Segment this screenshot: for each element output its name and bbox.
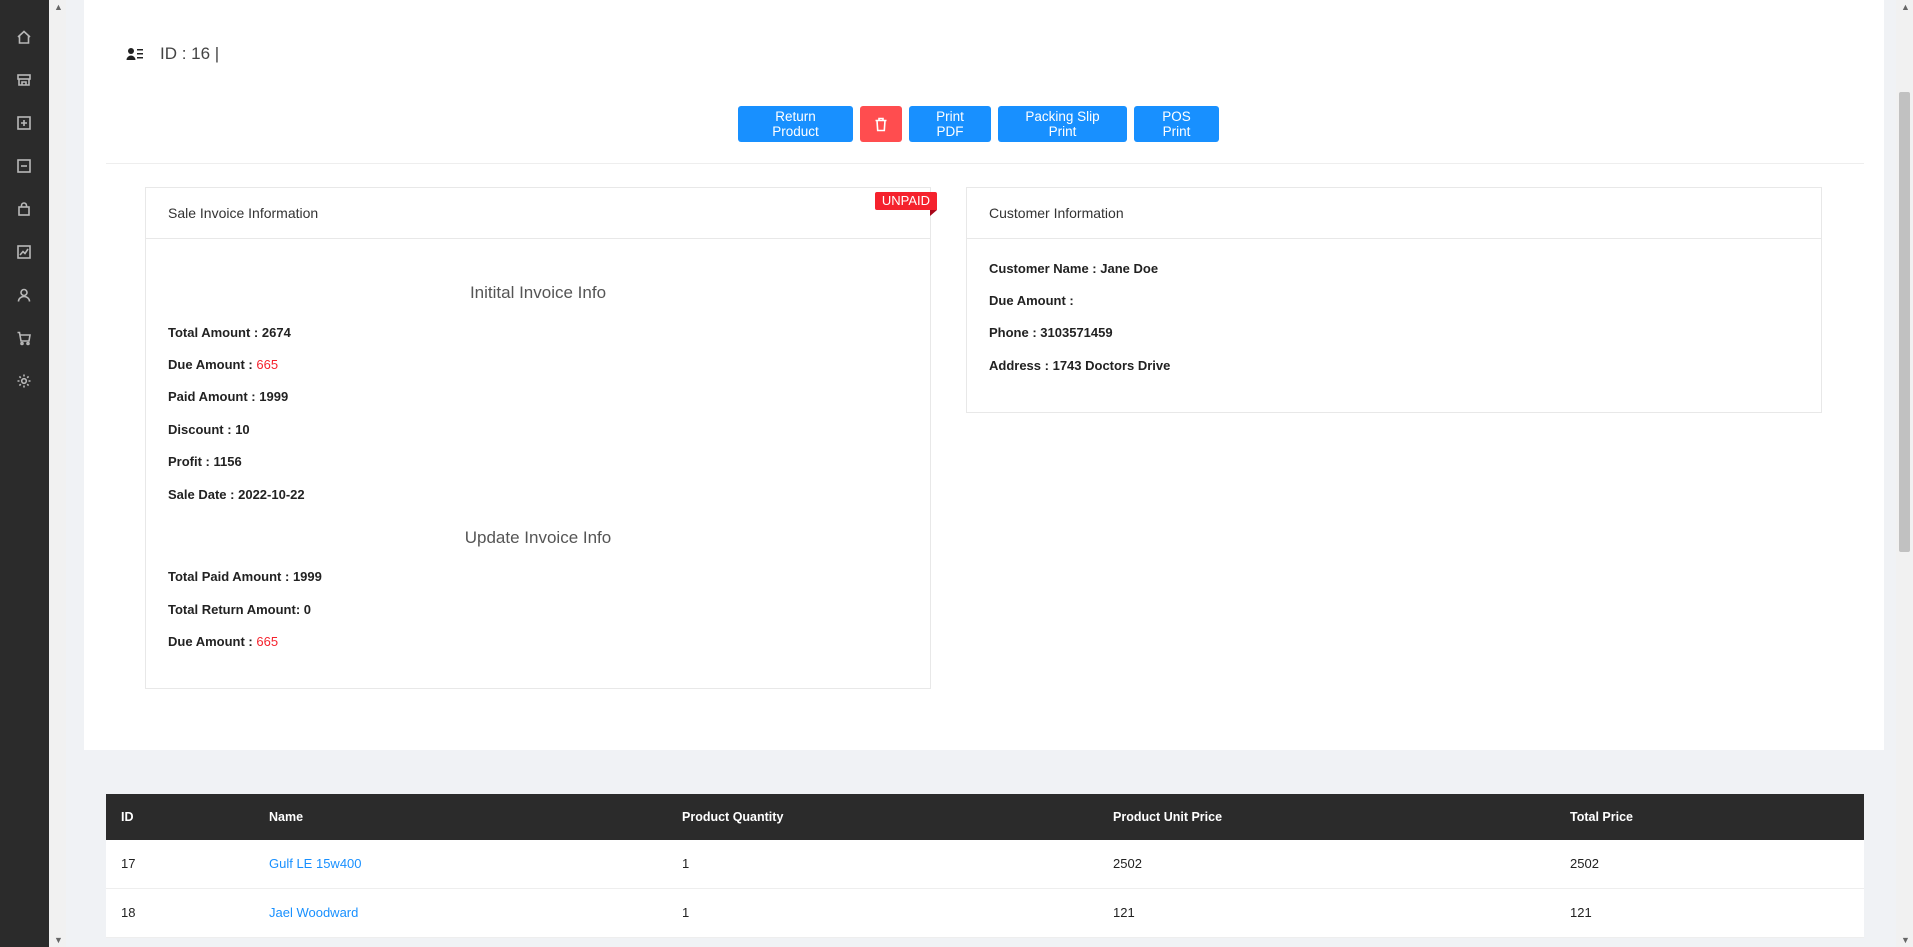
return-product-button[interactable]: Return Product xyxy=(738,106,853,142)
customer-address-label: Address : xyxy=(989,358,1049,373)
cell-quantity: 1 xyxy=(682,905,690,920)
cell-id: 18 xyxy=(121,905,136,920)
invoice-id: ID : 16 | xyxy=(160,44,220,63)
due-amount-label: Due Amount : xyxy=(168,357,253,372)
customer-name-value: Jane Doe xyxy=(1100,261,1159,276)
discount-line: Discount : 10 xyxy=(168,422,250,437)
product-link[interactable]: Gulf LE 15w400 xyxy=(269,840,362,888)
update-due-line: Due Amount : 665 xyxy=(168,634,278,649)
customer-panel: Customer Information Customer Name : Jan… xyxy=(966,187,1822,413)
print-pdf-button[interactable]: Print PDF xyxy=(909,106,991,142)
cell-id: 17 xyxy=(121,856,136,871)
settings-icon[interactable] xyxy=(13,370,35,392)
sale-date-value: 2022-10-22 xyxy=(238,487,305,502)
update-due-label: Due Amount : xyxy=(168,634,253,649)
cart-icon[interactable] xyxy=(13,327,35,349)
total-return-value: 0 xyxy=(303,602,312,617)
customer-phone-line: Phone : 3103571459 xyxy=(989,325,1113,340)
scroll-up-icon[interactable]: ▲ xyxy=(54,2,63,12)
cell-total-price: 121 xyxy=(1570,905,1592,920)
sale-date-line: Sale Date : 2022-10-22 xyxy=(168,487,305,502)
column-header-unit-price: Product Unit Price xyxy=(1113,810,1223,824)
home-icon[interactable] xyxy=(13,26,35,48)
paid-amount-value: 1999 xyxy=(259,389,289,404)
discount-value: 10 xyxy=(235,422,250,437)
customer-address-line: Address : 1743 Doctors Drive xyxy=(989,358,1170,373)
inner-scrollbar[interactable]: ▲ ▼ xyxy=(49,0,66,947)
paid-amount-label: Paid Amount : xyxy=(168,389,256,404)
customer-due-label: Due Amount : xyxy=(989,293,1074,308)
customer-address-value: 1743 Doctors Drive xyxy=(1052,358,1171,373)
total-amount-line: Total Amount : 2674 xyxy=(168,325,291,340)
scroll-down-icon[interactable]: ▼ xyxy=(1901,935,1910,945)
sale-date-label: Sale Date : xyxy=(168,487,235,502)
column-header-name: Name xyxy=(269,810,304,824)
trash-icon xyxy=(875,117,887,131)
total-return-line: Total Return Amount: 0 xyxy=(168,602,311,617)
initial-invoice-title: Initital Invoice Info xyxy=(469,283,607,302)
due-amount-line: Due Amount : 665 xyxy=(168,357,278,372)
column-header-total-price: Total Price xyxy=(1570,810,1633,824)
total-paid-label: Total Paid Amount : xyxy=(168,569,290,584)
minus-box-icon[interactable] xyxy=(13,155,35,177)
total-amount-value: 2674 xyxy=(261,325,291,340)
add-box-icon[interactable] xyxy=(13,112,35,134)
action-toolbar: Return Product Print PDF Packing Slip Pr… xyxy=(738,106,1219,142)
update-due-value: 665 xyxy=(256,634,279,649)
products-table: ID Name Product Quantity Product Unit Pr… xyxy=(106,794,1864,938)
status-badge: UNPAID xyxy=(874,192,938,216)
delete-button[interactable] xyxy=(860,106,902,142)
packing-slip-print-button[interactable]: Packing Slip Print xyxy=(998,106,1127,142)
user-list-icon xyxy=(126,48,143,60)
cell-unit-price: 2502 xyxy=(1113,856,1142,871)
customer-due-line: Due Amount : xyxy=(989,293,1074,308)
column-header-quantity: Product Quantity xyxy=(682,810,784,824)
shop-icon[interactable] xyxy=(13,69,35,91)
chart-icon[interactable] xyxy=(13,241,35,263)
cell-quantity: 1 xyxy=(682,856,690,871)
column-header-id: ID xyxy=(121,810,134,824)
scrollbar-thumb[interactable] xyxy=(1899,92,1910,552)
table-row: 17 Gulf LE 15w400 1 2502 2502 xyxy=(106,840,1864,889)
profit-value: 1156 xyxy=(213,454,242,469)
sale-invoice-panel-title: Sale Invoice Information xyxy=(146,188,930,239)
profit-label: Profit : xyxy=(168,454,210,469)
profit-line: Profit : 1156 xyxy=(168,454,242,469)
bag-icon[interactable] xyxy=(13,198,35,220)
update-invoice-title: Update Invoice Info xyxy=(464,528,612,547)
scroll-up-icon[interactable]: ▲ xyxy=(1901,2,1910,12)
total-amount-label: Total Amount : xyxy=(168,325,259,340)
cell-unit-price: 121 xyxy=(1113,905,1135,920)
invoice-id-header: ID : 16 | xyxy=(126,44,219,64)
table-row: 18 Jael Woodward 1 121 121 xyxy=(106,889,1864,938)
sale-invoice-panel: Sale Invoice Information UNPAID Initital… xyxy=(145,187,938,689)
customer-phone-label: Phone : xyxy=(989,325,1037,340)
divider xyxy=(106,163,1864,164)
table-header: ID Name Product Quantity Product Unit Pr… xyxy=(106,794,1864,840)
paid-amount-line: Paid Amount : 1999 xyxy=(168,389,288,404)
product-link[interactable]: Jael Woodward xyxy=(269,889,358,937)
discount-label: Discount : xyxy=(168,422,232,437)
cell-total-price: 2502 xyxy=(1570,856,1599,871)
user-icon[interactable] xyxy=(13,284,35,306)
sidebar xyxy=(0,0,49,947)
customer-name-line: Customer Name : Jane Doe xyxy=(989,261,1158,276)
customer-name-label: Customer Name : xyxy=(989,261,1097,276)
pos-print-button[interactable]: POS Print xyxy=(1134,106,1219,142)
total-paid-value: 1999 xyxy=(292,569,322,584)
scroll-down-icon[interactable]: ▼ xyxy=(54,935,63,945)
due-amount-value: 665 xyxy=(256,357,279,372)
total-paid-line: Total Paid Amount : 1999 xyxy=(168,569,322,584)
customer-panel-title: Customer Information xyxy=(967,188,1821,239)
total-return-label: Total Return Amount: xyxy=(168,602,301,617)
customer-phone-value: 3103571459 xyxy=(1040,325,1113,340)
page-scrollbar[interactable]: ▲ ▼ xyxy=(1896,0,1913,947)
